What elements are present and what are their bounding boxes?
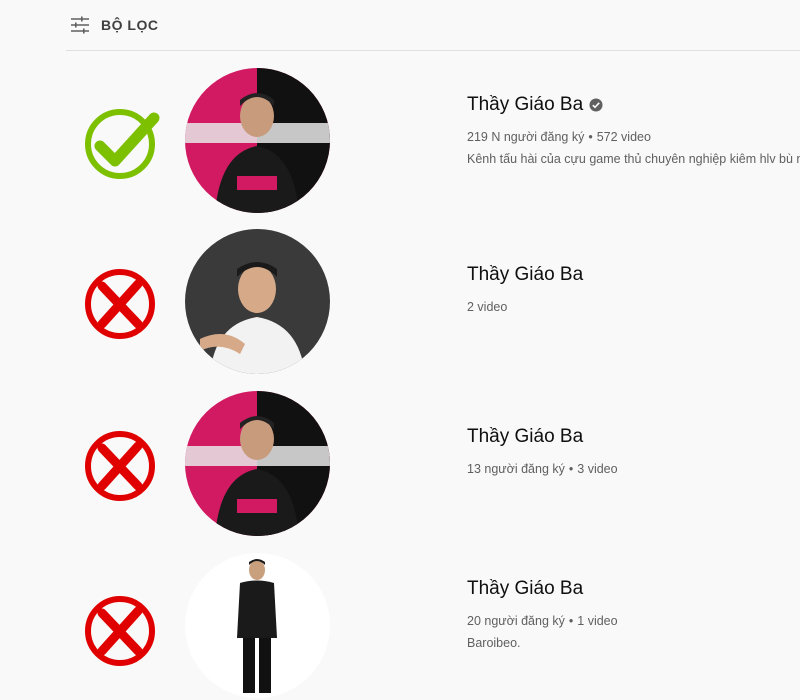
channel-name[interactable]: Thầy Giáo Ba [467, 576, 800, 602]
channel-result[interactable]: Thầy Giáo Ba 2 video [0, 224, 800, 374]
subscriber-count: 13 người đăng ký [467, 462, 565, 476]
channel-info: Thầy Giáo Ba 20 người đăng ký • 1 video Ba… [467, 576, 800, 652]
video-count: 1 video [577, 614, 618, 628]
channel-description: Kênh tấu hài của cựu game thủ chuyên ngh… [467, 152, 800, 166]
channel-meta: 13 người đăng ký • 3 video [467, 460, 800, 478]
channel-avatar[interactable] [185, 553, 330, 698]
separator-dot: • [588, 130, 593, 144]
separator-dot: • [568, 614, 574, 628]
sliders-icon[interactable] [68, 13, 92, 37]
verified-icon [589, 98, 603, 112]
channel-name[interactable]: Thầy Giáo Ba [467, 262, 800, 288]
cross-mark-icon [80, 264, 160, 344]
channel-result[interactable]: Thầy Giáo Ba 219 N người đăng ký • 572 vid… [0, 62, 800, 213]
channel-info: Thầy Giáo Ba 13 người đăng ký • 3 video [467, 424, 800, 478]
filter-bar[interactable]: BỘ LỌC [66, 0, 800, 51]
video-count: 572 video [596, 130, 651, 144]
channel-name[interactable]: Thầy Giáo Ba [467, 424, 800, 450]
channel-meta: 219 N người đăng ký • 572 video [467, 128, 800, 146]
cross-mark-icon [80, 591, 160, 671]
subscriber-count: 219 N người đăng ký [467, 130, 585, 144]
video-count: 3 video [577, 462, 618, 476]
channel-result[interactable]: Thầy Giáo Ba 13 người đăng ký • 3 video [0, 386, 800, 536]
filter-label[interactable]: BỘ LỌC [101, 17, 158, 33]
cross-mark-icon [80, 426, 160, 506]
channel-info: Thầy Giáo Ba 2 video [467, 262, 800, 316]
check-mark-icon [80, 104, 160, 184]
channel-meta: 2 video [467, 298, 800, 316]
channel-avatar[interactable] [185, 391, 330, 536]
channel-meta: 20 người đăng ký • 1 video [467, 612, 800, 630]
channel-result[interactable]: Thầy Giáo Ba 20 người đăng ký • 1 video Ba… [0, 548, 800, 698]
channel-description: Baroibeo. [467, 636, 521, 650]
channel-name[interactable]: Thầy Giáo Ba [467, 92, 800, 118]
subscriber-count: 20 người đăng ký [467, 614, 565, 628]
channel-avatar[interactable] [185, 229, 330, 374]
separator-dot: • [568, 462, 574, 476]
channel-info: Thầy Giáo Ba 219 N người đăng ký • 572 vid… [467, 92, 800, 168]
video-count: 2 video [467, 300, 508, 314]
channel-avatar[interactable] [185, 68, 330, 213]
